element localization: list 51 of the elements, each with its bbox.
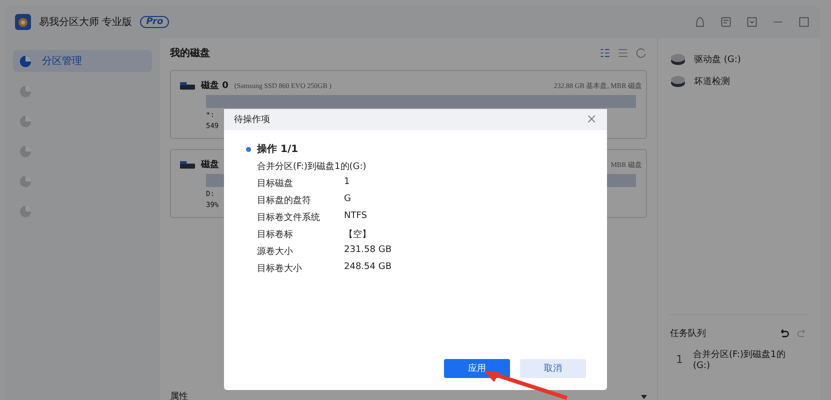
operation-description: 合并分区(F:)到磁盘1的(G:) <box>257 160 368 173</box>
field-label: 目标盘的盘符 <box>257 194 312 207</box>
tool-item[interactable]: 坏道检测 <box>670 74 808 88</box>
pie-chart-icon <box>19 84 32 98</box>
maximize-icon[interactable] <box>798 16 810 28</box>
dialog-title: 待操作项 <box>234 114 270 126</box>
grid-view-icon[interactable] <box>599 47 611 59</box>
field-value: 231.58 GB <box>344 245 392 257</box>
field-label: 源卷大小 <box>257 246 294 258</box>
undo-icon[interactable] <box>778 328 790 340</box>
download-icon[interactable] <box>746 16 758 28</box>
pie-chart-icon <box>19 114 32 128</box>
collapse-icon[interactable] <box>641 394 647 398</box>
pie-chart-icon <box>19 174 32 188</box>
task-text: 合并分区(F:)到磁盘1的(G:) <box>693 348 786 371</box>
app-title: 易我分区大师 专业版 <box>39 16 132 28</box>
bullet-icon <box>246 146 251 152</box>
pie-chart-icon <box>19 54 32 68</box>
disk-name: 磁盘 <box>201 158 219 171</box>
pie-chart-icon <box>19 204 32 218</box>
tool-item[interactable]: 驱动盘 (G:) <box>670 52 808 66</box>
pro-badge: Pro <box>140 16 170 28</box>
task-number: 1 <box>676 353 683 366</box>
disk-icon <box>180 80 195 91</box>
note-icon[interactable] <box>720 16 732 28</box>
app-logo-icon <box>15 14 31 30</box>
field-value: 1 <box>344 177 350 189</box>
field-label: 目标卷文件系统 <box>257 212 321 224</box>
close-button[interactable]: × <box>586 112 597 127</box>
pie-chart-icon <box>19 144 32 158</box>
field-value: 248.54 GB <box>344 262 392 274</box>
refresh-icon[interactable] <box>635 47 647 59</box>
apply-button[interactable]: 应用 <box>444 359 510 378</box>
disk-icon <box>670 74 686 88</box>
field-label: 目标磁盘 <box>257 178 294 190</box>
cancel-button[interactable]: 取消 <box>520 359 586 378</box>
field-value: 【空】 <box>344 228 371 241</box>
disk-icon <box>180 159 195 170</box>
field-value: NTFS <box>344 211 367 223</box>
disk-icon <box>670 52 686 66</box>
disk-name: 磁盘 0 <box>201 80 228 92</box>
list-view-icon[interactable] <box>617 47 629 59</box>
field-value: G <box>344 194 351 206</box>
redo-icon[interactable] <box>796 328 808 340</box>
section-title: 我的磁盘 <box>170 46 210 60</box>
properties-label: 属性 <box>170 390 188 400</box>
operation-title: 操作 1/1 <box>257 142 298 156</box>
queue-title: 任务队列 <box>670 328 706 340</box>
field-label: 目标卷标 <box>257 228 294 241</box>
field-label: 目标卷大小 <box>257 262 303 275</box>
sidebar-item[interactable]: 分区管理 <box>13 50 152 72</box>
